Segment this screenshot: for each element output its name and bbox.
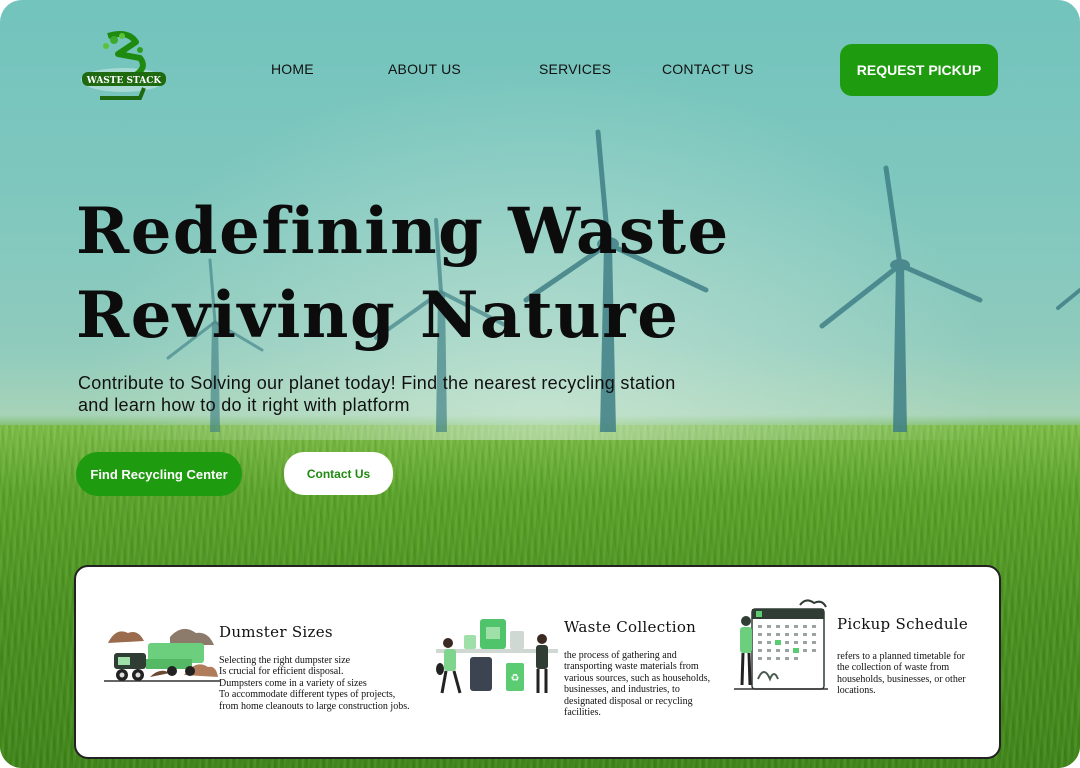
card-description: the process of gathering and transportin… <box>564 650 711 719</box>
page-frame: WASTE STACK HOME ABOUT US SERVICES CONTA… <box>0 0 1080 768</box>
svg-text:WASTE STACK: WASTE STACK <box>86 76 163 86</box>
svg-text:♻: ♻ <box>511 673 520 684</box>
nav-home-link[interactable]: HOME <box>271 61 314 77</box>
services-card-panel: Dumster Sizes Selecting the right dumpst… <box>74 565 1001 759</box>
top-navigation: WASTE STACK HOME ABOUT US SERVICES CONTA… <box>0 0 1080 140</box>
card-dumpster-sizes[interactable]: Dumster Sizes Selecting the right dumpst… <box>76 567 436 757</box>
nav-about-link[interactable]: ABOUT US <box>388 61 461 77</box>
nav-contact-link[interactable]: CONTACT US <box>662 61 754 77</box>
card-pickup-schedule[interactable]: Pickup Schedule refers to a planned time… <box>734 567 999 757</box>
hero-subtitle-line-2: and learn how to do it right with platfo… <box>78 395 410 415</box>
find-recycling-center-button[interactable]: Find Recycling Center <box>76 452 242 496</box>
calendar-schedule-illustration <box>734 599 828 690</box>
dumpster-truck-illustration <box>104 628 220 682</box>
card-description: refers to a planned timetable for the co… <box>837 651 966 697</box>
request-pickup-button[interactable]: REQUEST PICKUP <box>840 44 998 96</box>
nav-services-link[interactable]: SERVICES <box>539 61 611 77</box>
card-title: Pickup Schedule <box>837 615 969 633</box>
card-waste-collection[interactable]: ♻ Waste Collection the process of gather… <box>434 567 734 757</box>
hero-subtitle: Contribute to Solving our planet today! … <box>78 372 798 416</box>
hero-subtitle-line-1: Contribute to Solving our planet today! … <box>78 373 676 393</box>
waste-collection-illustration: ♻ <box>436 619 558 694</box>
hero-title-line-2: Reviving Nature <box>76 278 680 353</box>
contact-us-button[interactable]: Contact Us <box>284 452 393 495</box>
waste-stack-logo[interactable]: WASTE STACK <box>78 28 168 104</box>
hero-title-line-1: Redefining Waste <box>76 194 730 269</box>
card-title: Waste Collection <box>564 618 697 636</box>
card-description: Selecting the right dumpster size Is cru… <box>219 655 410 712</box>
hero-title: Redefining Waste Reviving Nature <box>76 190 730 358</box>
card-title: Dumster Sizes <box>219 623 333 641</box>
